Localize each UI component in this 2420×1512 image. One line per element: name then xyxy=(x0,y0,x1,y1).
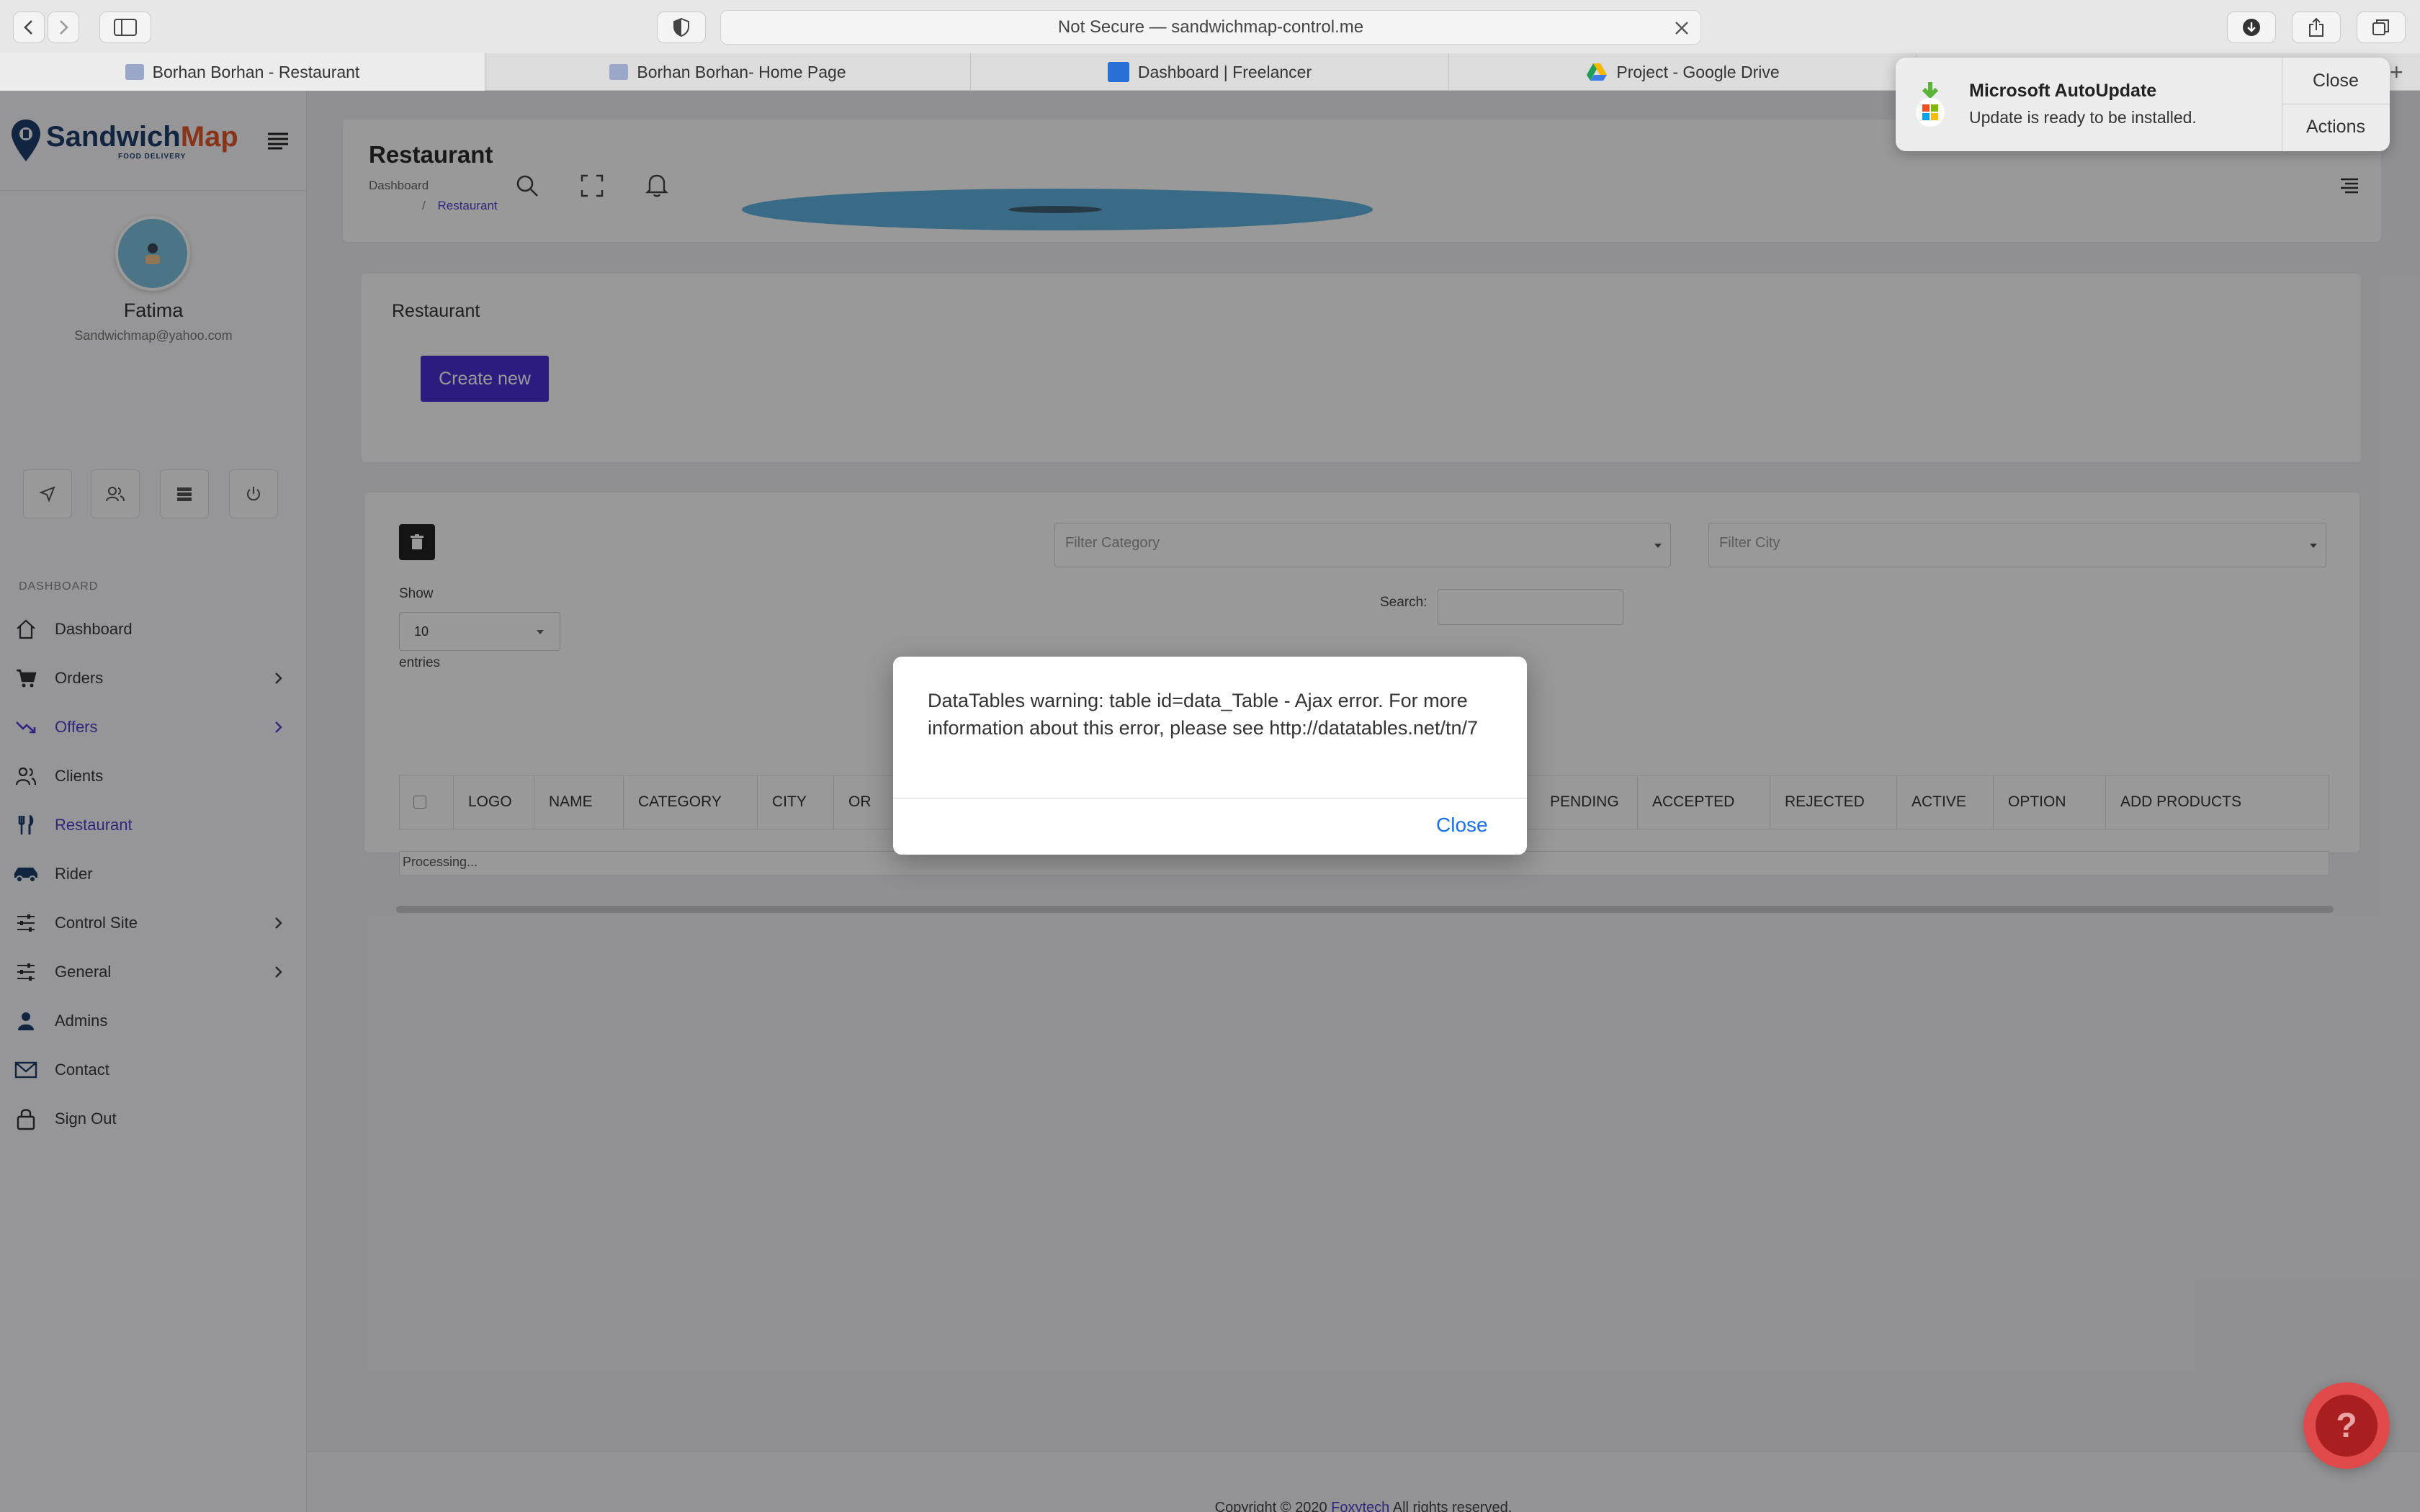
back-button[interactable] xyxy=(13,12,45,43)
sidebar-icon xyxy=(114,19,137,36)
address-bar[interactable]: Not Secure — sandwichmap-control.me xyxy=(720,10,1701,45)
help-icon: ? xyxy=(2316,1395,2378,1457)
chevron-left-icon xyxy=(24,20,32,35)
system-notification[interactable]: Microsoft AutoUpdate Update is ready to … xyxy=(1896,58,2390,151)
tab-label: Project - Google Drive xyxy=(1616,62,1780,81)
google-drive-icon xyxy=(1587,63,1608,81)
browser-toolbar: Not Secure — sandwichmap-control.me xyxy=(0,0,2420,53)
tab-restaurant[interactable]: Borhan Borhan - Restaurant xyxy=(0,53,485,91)
notification-title: Microsoft AutoUpdate xyxy=(1969,81,2157,101)
chevron-right-icon xyxy=(60,20,68,35)
shield-icon xyxy=(673,18,689,37)
help-button[interactable]: ? xyxy=(2303,1382,2390,1469)
url-text: Not Secure — sandwichmap-control.me xyxy=(1057,17,1364,37)
notification-actions-button[interactable]: Actions xyxy=(2282,117,2390,138)
alert-message: DataTables warning: table id=data_Table … xyxy=(928,690,1478,739)
tab-label: Borhan Borhan - Restaurant xyxy=(152,62,360,81)
download-icon xyxy=(2243,19,2260,36)
tab-favicon-icon xyxy=(609,64,629,80)
notification-body: Update is ready to be installed. xyxy=(1969,108,2197,127)
tab-google-drive[interactable]: Project - Google Drive xyxy=(1449,53,1917,91)
new-tab-button[interactable]: + xyxy=(2390,59,2403,86)
tab-home-page[interactable]: Borhan Borhan- Home Page xyxy=(485,53,971,91)
stop-loading-icon[interactable] xyxy=(1673,19,1690,37)
dialog-close-button[interactable]: Close xyxy=(1436,814,1488,837)
notification-close-button[interactable]: Close xyxy=(2282,71,2390,91)
tab-freelancer[interactable]: Dashboard | Freelancer xyxy=(971,53,1449,91)
freelancer-favicon-icon xyxy=(1107,62,1129,82)
alert-dialog: DataTables warning: table id=data_Table … xyxy=(893,657,1527,855)
share-icon xyxy=(2309,17,2323,37)
tabs-icon xyxy=(2372,19,2389,35)
privacy-shield-button[interactable] xyxy=(657,12,706,43)
sidebar-toggle-button[interactable] xyxy=(99,12,151,43)
tab-label: Dashboard | Freelancer xyxy=(1137,62,1312,81)
autoupdate-app-icon xyxy=(1913,82,1948,127)
downloads-button[interactable] xyxy=(2227,12,2276,43)
tab-label: Borhan Borhan- Home Page xyxy=(637,62,846,81)
tab-overview-button[interactable] xyxy=(2357,12,2406,43)
share-button[interactable] xyxy=(2292,12,2341,43)
forward-button[interactable] xyxy=(48,12,79,43)
tab-favicon-icon xyxy=(125,64,144,80)
